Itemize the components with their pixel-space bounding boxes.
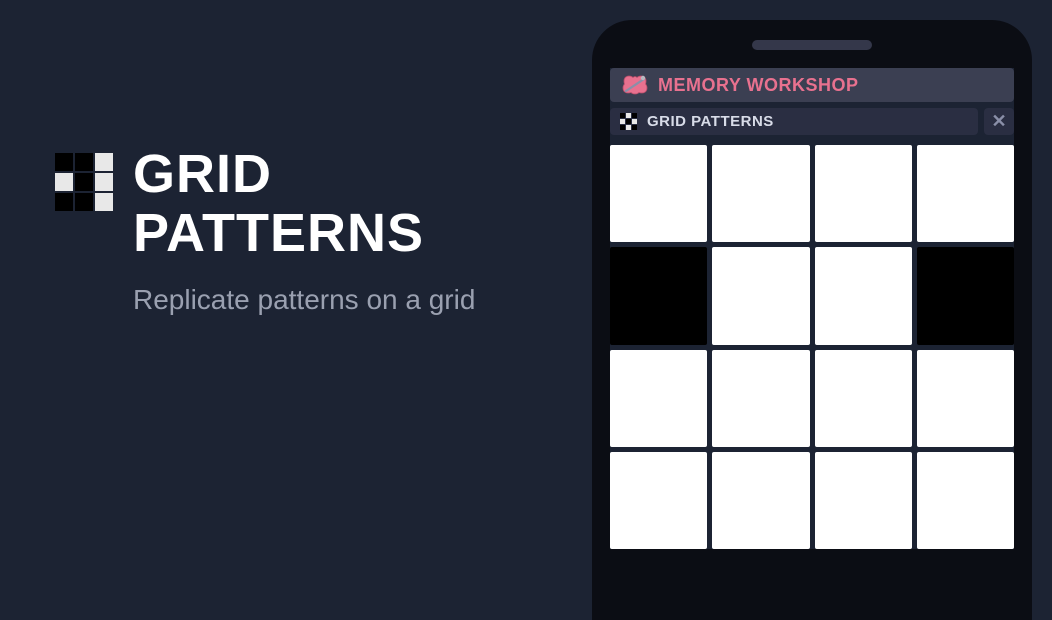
grid-cell[interactable] bbox=[917, 350, 1014, 447]
promo-icon-cell bbox=[75, 193, 93, 211]
promo-icon-cell bbox=[75, 173, 93, 191]
mini-icon-cell bbox=[620, 119, 625, 124]
grid-cell[interactable] bbox=[610, 350, 707, 447]
promo-subtitle: Replicate patterns on a grid bbox=[133, 284, 475, 316]
brain-icon bbox=[622, 74, 648, 96]
mini-icon-cell bbox=[632, 119, 637, 124]
subheader-title: GRID PATTERNS bbox=[647, 113, 774, 130]
mini-grid-icon bbox=[620, 113, 637, 130]
grid-cell[interactable] bbox=[815, 145, 912, 242]
mini-icon-cell bbox=[620, 113, 625, 118]
promo-panel: GRID PATTERNS Replicate patterns on a gr… bbox=[55, 145, 475, 316]
promo-icon-cell bbox=[75, 153, 93, 171]
mini-icon-cell bbox=[626, 125, 631, 130]
grid-cell[interactable] bbox=[610, 452, 707, 549]
grid-cell[interactable] bbox=[917, 247, 1014, 344]
grid-cell[interactable] bbox=[815, 452, 912, 549]
promo-icon-cell bbox=[95, 193, 113, 211]
title-line-2: PATTERNS bbox=[133, 203, 424, 263]
mini-icon-cell bbox=[632, 113, 637, 118]
grid-cell[interactable] bbox=[610, 247, 707, 344]
grid-cell[interactable] bbox=[815, 247, 912, 344]
promo-icon-cell bbox=[95, 153, 113, 171]
app-header[interactable]: MEMORY WORKSHOP bbox=[610, 68, 1014, 102]
device-frame: MEMORY WORKSHOP GRID PATTERNS ✕ bbox=[592, 20, 1032, 620]
grid-cell[interactable] bbox=[712, 247, 809, 344]
device-speaker bbox=[752, 40, 872, 50]
promo-icon-cell bbox=[55, 173, 73, 191]
game-grid bbox=[610, 145, 1014, 549]
promo-icon-cell bbox=[55, 193, 73, 211]
grid-cell[interactable] bbox=[917, 145, 1014, 242]
close-icon: ✕ bbox=[991, 111, 1006, 132]
app-screen: MEMORY WORKSHOP GRID PATTERNS ✕ bbox=[610, 68, 1014, 549]
promo-icon-cell bbox=[95, 173, 113, 191]
promo-title: GRID PATTERNS bbox=[133, 145, 424, 264]
grid-cell[interactable] bbox=[712, 452, 809, 549]
header-title: MEMORY WORKSHOP bbox=[658, 75, 859, 96]
close-button[interactable]: ✕ bbox=[984, 108, 1014, 135]
promo-icon-cell bbox=[55, 153, 73, 171]
mini-icon-cell bbox=[620, 125, 625, 130]
subheader-bar[interactable]: GRID PATTERNS bbox=[610, 108, 978, 135]
subheader-row: GRID PATTERNS ✕ bbox=[610, 108, 1014, 135]
grid-cell[interactable] bbox=[815, 350, 912, 447]
grid-patterns-icon bbox=[55, 153, 113, 211]
mini-icon-cell bbox=[632, 125, 637, 130]
mini-icon-cell bbox=[626, 113, 631, 118]
grid-cell[interactable] bbox=[917, 452, 1014, 549]
grid-cell[interactable] bbox=[610, 145, 707, 242]
grid-cell[interactable] bbox=[712, 145, 809, 242]
title-line-1: GRID bbox=[133, 144, 272, 204]
grid-cell[interactable] bbox=[712, 350, 809, 447]
mini-icon-cell bbox=[626, 119, 631, 124]
title-row: GRID PATTERNS bbox=[55, 145, 475, 264]
